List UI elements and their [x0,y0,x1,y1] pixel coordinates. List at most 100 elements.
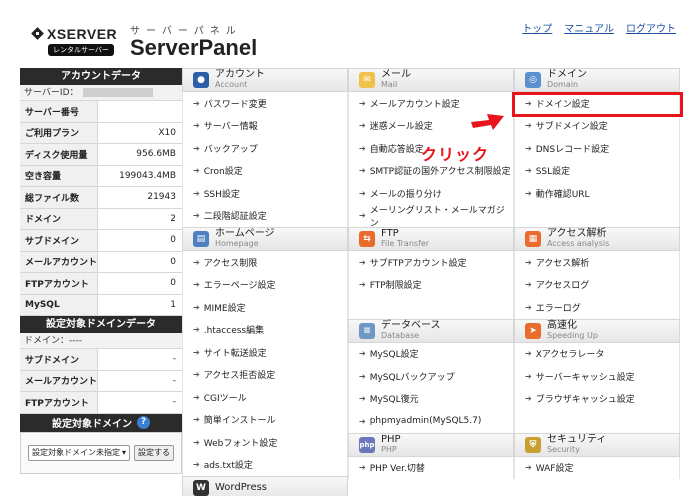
php-icon: php [359,436,375,453]
logout-link[interactable]: ログアウト [626,20,676,35]
arrow-right-icon: ➔ [193,370,200,380]
menu-item-homepage-label: Webフォント設定 [203,438,278,449]
menu-item-homepage[interactable]: ➔ アクセス制限 [182,251,348,274]
menu-item-security[interactable]: ➔ WAF設定 [514,456,680,479]
server-id-redacted [82,88,153,97]
menu-item-php[interactable]: ➔ PHP Ver.切替 [348,456,514,479]
section-analytics-subtitle: Access analysis [547,239,610,248]
menu-item-homepage[interactable]: ➔ 簡単インストール [182,408,348,431]
menu-item-homepage[interactable]: ➔ エラーページ設定 [182,273,348,296]
menu-item-analytics[interactable]: ➔ アクセスログ [514,273,680,296]
section-ftp-title: FTP [381,228,399,239]
menu-item-speed[interactable]: ➔ サーバーキャッシュ設定 [514,365,680,388]
menu-item-account[interactable]: ➔ バックアップ [182,137,348,160]
arrow-right-icon: ➔ [525,349,532,359]
target-domain-select[interactable]: 設定対象ドメイン未指定 ▾ [27,444,130,461]
arrow-right-icon: ➔ [193,302,200,312]
menu-item-homepage[interactable]: ➔ MIME設定 [182,296,348,319]
domain-label: ドメイン：---- [20,333,182,349]
section-ftp-header: ⇆ FTP File Transfer [348,227,514,251]
menu-item-database[interactable]: ➔ MySQL復元 [348,387,514,410]
menu-item-account[interactable]: ➔ Cron設定 [182,159,348,182]
xserver-logo[interactable]: XSERVER レンタルサーバー [32,26,122,56]
arrow-right-icon: ➔ [193,460,200,470]
menu-item-domain[interactable]: ➔ 動作確認URL [514,182,680,205]
sidebar-stat-label: FTPアカウント [20,273,98,294]
section-account-subtitle: Account [215,80,248,89]
target-domain-heading-label: 設定対象ドメイン [52,419,132,430]
arrow-right-icon: ➔ [193,415,200,425]
menu-item-homepage[interactable]: ➔ アクセス拒否設定 [182,363,348,386]
menu-item-homepage-label: アクセス拒否設定 [203,371,276,382]
panel-title: ServerPanel [130,35,258,60]
menu-item-ftp[interactable]: ➔ FTP制限設定 [348,273,514,296]
mail-icon: ✉ [359,72,375,88]
menu-item-speed[interactable]: ➔ Xアクセラレータ [514,342,680,365]
menu-item-homepage-label: MIME設定 [203,303,246,314]
menu-item-speed-label: Xアクセラレータ [535,350,605,361]
menu-item-ftp-label: FTP制限設定 [369,281,422,292]
menu-item-homepage[interactable]: ➔ CGIツール [182,386,348,409]
menu-item-analytics[interactable]: ➔ アクセス解析 [514,251,680,274]
menu-item-domain[interactable]: ➔ SSL設定 [514,159,680,182]
menu-item-mail-label: メールの振り分け [369,189,442,200]
sidebar-stat-label: ご利用プラン [20,122,98,143]
menu-item-homepage[interactable]: ➔ サイト転送設定 [182,341,348,364]
chevron-down-icon: ▾ [121,448,126,457]
arrow-right-icon: ➔ [193,325,200,335]
sidebar-stat-value: 1 [170,299,176,310]
menu-item-homepage[interactable]: ➔ ads.txt設定 [182,453,348,476]
menu-item-database[interactable]: ➔ MySQLバックアップ [348,365,514,388]
menu-item-homepage[interactable]: ➔ Webフォント設定 [182,431,348,454]
menu-item-mail-label: メールアカウント設定 [369,99,460,110]
menu-item-analytics-label: アクセスログ [535,281,590,292]
section-ftp-subtitle: File Transfer [381,239,430,248]
section-database-titles: データベース Database [381,319,441,341]
menu-item-database[interactable]: ➔ MySQL設定 [348,342,514,365]
column-3: ◎ ドメイン Domain ➔ ドメイン設定 ➔ サブドメイン設定 ➔ DNSレコード設定 ➔ SS… [514,68,680,479]
menu-item-homepage[interactable]: ➔ .htaccess編集 [182,318,348,341]
menu-item-account[interactable]: ➔ 二段階認証設定 [182,204,348,227]
top-link[interactable]: トップ [522,20,552,35]
menu-item-account[interactable]: ➔ SSH設定 [182,182,348,205]
menu-item-mail[interactable]: ➔ メーリングリスト・メールマガジン [348,204,514,229]
sidebar-stat-label: ディスク使用量 [20,144,98,165]
section-analytics-header: ▦ アクセス解析 Access analysis [514,227,680,251]
sidebar-stat-row: 空き容量 199043.4MB [20,165,182,187]
set-domain-button[interactable]: 設定する [134,444,174,461]
sidebar-stat-label: サブドメイン [20,230,98,251]
sidebar-stat-label: メールアカウント [20,370,98,391]
menu-item-account[interactable]: ➔ サーバー情報 [182,114,348,137]
menu-item-domain[interactable]: ➔ DNSレコード設定 [514,137,680,160]
section-account-title: アカウント [215,69,265,80]
menu-item-ftp-label: サブFTPアカウント設定 [369,258,467,269]
menu-item-database[interactable]: ➔ phpmyadmin(MySQL5.7) [348,410,514,433]
menu-item-domain-label: サブドメイン設定 [535,122,608,133]
help-icon[interactable]: ? [137,416,150,429]
logo-text: XSERVER [47,26,118,42]
empty-row [514,204,680,227]
menu-item-account[interactable]: ➔ パスワード変更 [182,92,348,115]
sidebar-stat-label: 総ファイル数 [20,187,98,208]
menu-item-domain-label: DNSレコード設定 [535,144,610,155]
security-icon: ⛨ [525,436,541,453]
arrow-right-icon: ➔ [193,211,200,221]
arrow-right-icon: ➔ [193,437,200,447]
menu-item-analytics[interactable]: ➔ エラーログ [514,296,680,319]
sidebar-stat-row: 総ファイル数 21943 [20,187,182,209]
section-database-title: データベース [381,319,441,331]
arrow-right-icon: ➔ [525,143,532,153]
menu-item-mail[interactable]: ➔ メールの振り分け [348,182,514,205]
menu-item-account-label: Cron設定 [203,167,243,178]
menu-item-ftp[interactable]: ➔ サブFTPアカウント設定 [348,251,514,274]
domain-settings-highlight [512,92,683,117]
arrow-right-icon: ➔ [525,166,532,176]
manual-link[interactable]: マニュアル [564,20,614,35]
sidebar-stat-row: FTPアカウント - [20,392,182,414]
menu-item-speed[interactable]: ➔ ブラウザキャッシュ設定 [514,387,680,410]
sidebar-stat-row: ディスク使用量 956.6MB [20,144,182,166]
arrow-right-icon: ➔ [193,280,200,290]
menu-item-account-label: 二段階認証設定 [203,212,267,223]
menu-item-domain[interactable]: ➔ サブドメイン設定 [514,114,680,137]
sidebar-stat-value: 0 [170,256,176,267]
